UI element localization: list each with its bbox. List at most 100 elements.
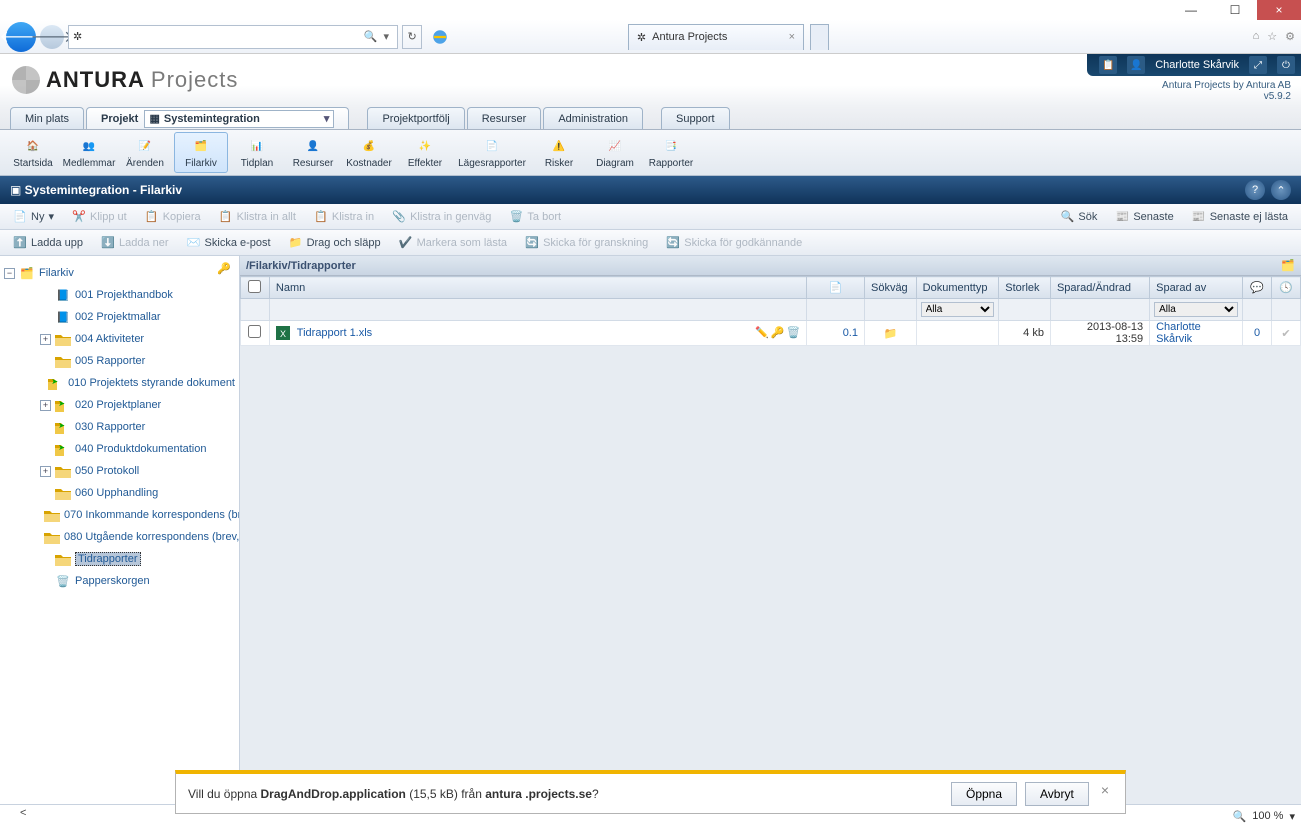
tab-min-plats[interactable]: Min plats <box>10 107 84 129</box>
ribbon-startsida[interactable]: 🏠Startsida <box>6 132 60 173</box>
collapse-button[interactable]: ⌃ <box>1271 180 1291 200</box>
col-sokvag[interactable]: Sökväg <box>864 277 916 299</box>
tree-item-label[interactable]: 004 Aktiviteter <box>75 333 144 345</box>
col-status[interactable]: 🕓 <box>1272 277 1301 299</box>
path-icon[interactable]: 📁 <box>883 328 897 340</box>
btn-sok[interactable]: 🔍Sök <box>1053 207 1104 227</box>
table-row[interactable]: X Tidrapport 1.xls ✏️ 🔑 🗑️ 0.1 📁 <box>241 321 1301 346</box>
tree-item[interactable]: ➤030 Rapporter <box>4 416 235 438</box>
btn-senaste[interactable]: 📰Senaste <box>1108 207 1180 227</box>
comments-count[interactable]: 0 <box>1254 327 1260 339</box>
window-minimize[interactable]: — <box>1169 0 1213 20</box>
address-dropdown[interactable]: ▾ <box>379 30 393 43</box>
tree-item[interactable]: Tidrapporter <box>4 548 235 570</box>
ribbon-resurser[interactable]: 👤Resurser <box>286 132 340 173</box>
select-all-checkbox[interactable] <box>248 280 261 293</box>
expand-icon[interactable]: + <box>40 400 51 411</box>
tree-item-label[interactable]: 020 Projektplaner <box>75 399 161 411</box>
btn-drag-slapp[interactable]: 📁Drag och släpp <box>282 233 388 253</box>
tree-item[interactable]: 070 Inkommande korrespondens (bre <box>4 504 235 526</box>
tree-item-label[interactable]: Tidrapporter <box>75 552 141 566</box>
window-maximize[interactable]: ☐ <box>1213 0 1257 20</box>
ribbon-risker[interactable]: ⚠️Risker <box>532 132 586 173</box>
tree-item-label[interactable]: 060 Upphandling <box>75 487 158 499</box>
tree-item-label[interactable]: 080 Utgående korrespondens (brev, f <box>64 531 240 543</box>
breadcrumb-action-icon[interactable]: 🗂️ <box>1281 259 1295 272</box>
tree-item-label[interactable]: 002 Projektmallar <box>75 311 161 323</box>
window-close[interactable]: × <box>1257 0 1301 20</box>
zoom-icon[interactable]: 🔍 <box>1233 810 1247 823</box>
help-button[interactable]: ? <box>1245 180 1265 200</box>
tree-item[interactable]: +050 Protokoll <box>4 460 235 482</box>
tree-item[interactable]: 005 Rapporter <box>4 350 235 372</box>
ribbon-tidplan[interactable]: 📊Tidplan <box>230 132 284 173</box>
tab-projektportfolj[interactable]: Projektportfölj <box>367 107 464 129</box>
col-comments[interactable]: 💬 <box>1243 277 1272 299</box>
tree-item[interactable]: 080 Utgående korrespondens (brev, f <box>4 526 235 548</box>
btn-ny[interactable]: 📄Ny ▾ <box>6 207 61 227</box>
tree-item[interactable]: 📘001 Projekthandbok <box>4 284 235 306</box>
tree-item-label[interactable]: 070 Inkommande korrespondens (bre <box>64 509 240 521</box>
row-checkbox[interactable] <box>248 325 261 338</box>
tab-close[interactable]: × <box>789 31 795 43</box>
folder-tree[interactable]: 🔑 − 🗂️ Filarkiv 📘001 Projekthandbok📘002 … <box>0 256 240 804</box>
ribbon-lagesrapporter[interactable]: 📄Lägesrapporter <box>454 132 530 173</box>
cancel-button[interactable]: Avbryt <box>1025 782 1089 806</box>
filter-sparad-av[interactable]: Alla <box>1154 302 1238 317</box>
tree-item-label[interactable]: 005 Rapporter <box>75 355 145 367</box>
home-icon[interactable]: ⌂ <box>1253 30 1260 43</box>
tree-item[interactable]: ➤010 Projektets styrande dokument <box>4 372 235 394</box>
saved-by-link[interactable]: Charlotte Skårvik <box>1156 321 1201 345</box>
ribbon-effekter[interactable]: ✨Effekter <box>398 132 452 173</box>
tree-item-label[interactable]: 040 Produktdokumentation <box>75 443 206 455</box>
address-bar[interactable]: ✲ 🔍 ▾ <box>68 25 398 49</box>
edit-icon[interactable]: ✏️ <box>755 326 769 339</box>
tree-item[interactable]: ➤040 Produktdokumentation <box>4 438 235 460</box>
filter-dokumenttyp[interactable]: Alla <box>921 302 995 317</box>
tree-item[interactable]: 060 Upphandling <box>4 482 235 504</box>
col-storlek[interactable]: Storlek <box>999 277 1051 299</box>
col-sparad[interactable]: Sparad/Ändrad <box>1050 277 1149 299</box>
expand-icon[interactable]: + <box>40 466 51 477</box>
project-selector[interactable]: ▦ Systemintegration ▾ <box>144 110 334 128</box>
zoom-dropdown[interactable]: ▾ <box>1289 810 1295 823</box>
tree-item[interactable]: 🗑️Papperskorgen <box>4 570 235 592</box>
col-sparad-av[interactable]: Sparad av <box>1150 277 1243 299</box>
open-button[interactable]: Öppna <box>951 782 1017 806</box>
key-icon[interactable]: 🔑 <box>217 262 231 275</box>
ribbon-kostnader[interactable]: 💰Kostnader <box>342 132 396 173</box>
tab-support[interactable]: Support <box>661 107 730 129</box>
tools-icon[interactable]: ⚙ <box>1285 30 1295 43</box>
favorites-icon[interactable]: ☆ <box>1267 30 1277 43</box>
user-menu-icon[interactable]: ⤢ <box>1249 56 1267 74</box>
clipboard-icon[interactable]: 📋 <box>1099 56 1117 74</box>
version-link[interactable]: 0.1 <box>843 327 858 339</box>
tree-item[interactable]: +004 Aktiviteter <box>4 328 235 350</box>
tree-item-label[interactable]: 050 Protokoll <box>75 465 139 477</box>
file-link[interactable]: Tidrapport 1.xls <box>297 327 372 339</box>
tree-item-label[interactable]: 030 Rapporter <box>75 421 145 433</box>
user-name[interactable]: Charlotte Skårvik <box>1155 59 1239 71</box>
tree-item[interactable]: +➤020 Projektplaner <box>4 394 235 416</box>
btn-skicka-epost[interactable]: ✉️Skicka e-post <box>180 233 278 253</box>
browser-tab[interactable]: ✲ Antura Projects × <box>628 24 804 50</box>
nav-forward-button[interactable]: 🡒 <box>40 25 64 49</box>
new-tab-button[interactable] <box>810 24 828 50</box>
tab-projekt[interactable]: Projekt ▦ Systemintegration ▾ <box>86 107 349 129</box>
key-icon[interactable]: 🔑 <box>771 326 785 339</box>
btn-senaste-ej[interactable]: 📰Senaste ej lästa <box>1185 207 1295 227</box>
tree-item-label[interactable]: Papperskorgen <box>75 575 150 587</box>
tab-resurser[interactable]: Resurser <box>467 107 542 129</box>
col-namn[interactable]: Namn <box>269 277 806 299</box>
ribbon-arenden[interactable]: 📝Ärenden <box>118 132 172 173</box>
ribbon-rapporter[interactable]: 📑Rapporter <box>644 132 698 173</box>
col-dokumenttyp[interactable]: Dokumenttyp <box>916 277 999 299</box>
col-version[interactable]: 📄 <box>807 277 865 299</box>
tree-item-label[interactable]: 010 Projektets styrande dokument <box>68 377 235 389</box>
ribbon-diagram[interactable]: 📈Diagram <box>588 132 642 173</box>
logout-icon[interactable]: ⏻ <box>1277 56 1295 74</box>
tree-item[interactable]: 📘002 Projektmallar <box>4 306 235 328</box>
collapse-icon[interactable]: − <box>4 268 15 279</box>
tree-root[interactable]: − 🗂️ Filarkiv <box>4 262 235 284</box>
search-icon[interactable]: 🔍 <box>362 30 380 43</box>
